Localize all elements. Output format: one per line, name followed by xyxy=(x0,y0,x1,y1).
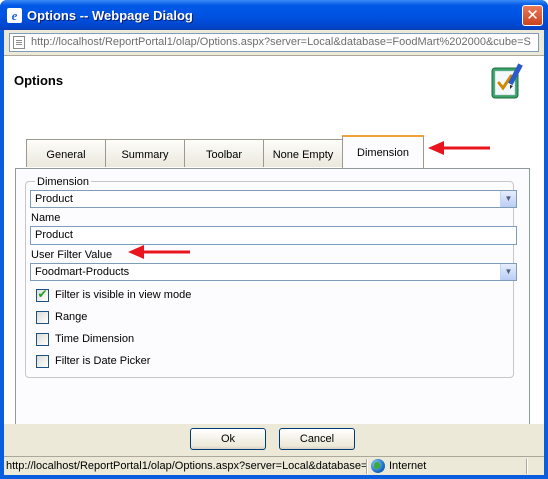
tab-none-empty[interactable]: None Empty xyxy=(263,139,343,167)
checkbox-label: Filter is Date Picker xyxy=(55,355,151,367)
annotation-arrow-tab xyxy=(428,141,490,155)
tab-dimension[interactable]: Dimension xyxy=(342,135,424,168)
ie-icon: e xyxy=(7,8,22,23)
checkbox-label: Time Dimension xyxy=(55,333,135,345)
tab-panel: Dimension Product ▼ Name Product User Fi… xyxy=(15,168,530,451)
chevron-down-icon[interactable]: ▼ xyxy=(500,264,516,280)
name-field[interactable]: Product xyxy=(30,226,517,245)
tab-general[interactable]: General xyxy=(26,139,106,167)
checkbox-label: Range xyxy=(55,311,88,323)
status-divider xyxy=(526,459,528,474)
page-icon xyxy=(13,36,25,49)
status-url: http://localhost/ReportPortal1/olap/Opti… xyxy=(6,460,366,472)
checkbox[interactable] xyxy=(36,355,49,368)
ok-button[interactable]: Ok xyxy=(190,428,266,450)
globe-icon xyxy=(371,459,385,473)
title-bar[interactable]: e Options -- Webpage Dialog ✕ xyxy=(0,0,548,30)
name-label: Name xyxy=(31,212,61,224)
checkbox[interactable] xyxy=(36,333,49,346)
cancel-button[interactable]: Cancel xyxy=(279,428,355,450)
annotation-arrow-filter xyxy=(128,245,190,259)
checkbox[interactable] xyxy=(36,311,49,324)
status-divider xyxy=(366,459,368,474)
chevron-down-icon[interactable]: ▼ xyxy=(500,191,516,207)
checklist-pencil-icon xyxy=(491,63,523,99)
filter-select[interactable]: Foodmart-Products ▼ xyxy=(30,263,517,281)
close-button[interactable]: ✕ xyxy=(522,5,543,26)
page-title: Options xyxy=(14,73,64,88)
status-bar: http://localhost/ReportPortal1/olap/Opti… xyxy=(4,456,544,475)
security-zone: Internet xyxy=(389,460,427,472)
tab-summary[interactable]: Summary xyxy=(105,139,185,167)
filter-label: User Filter Value xyxy=(31,249,113,261)
dialog-content: Options General Summary Toolbar None Emp… xyxy=(4,57,544,451)
address-bar: http://localhost/ReportPortal1/olap/Opti… xyxy=(4,30,544,56)
check-icon: ✔ xyxy=(37,287,48,301)
window-title: Options -- Webpage Dialog xyxy=(27,8,193,23)
filter-select-value: Foodmart-Products xyxy=(35,266,130,278)
button-bar: Ok Cancel xyxy=(4,424,544,456)
dimension-group: Dimension Product ▼ Name Product User Fi… xyxy=(25,176,517,378)
dialog-window: e Options -- Webpage Dialog ✕ http://loc… xyxy=(0,0,548,479)
tab-toolbar[interactable]: Toolbar xyxy=(184,139,264,167)
dialog-client: http://localhost/ReportPortal1/olap/Opti… xyxy=(4,30,544,475)
url-field: http://localhost/ReportPortal1/olap/Opti… xyxy=(9,33,539,52)
dimension-select-value: Product xyxy=(35,193,73,205)
dimension-select[interactable]: Product ▼ xyxy=(30,190,517,208)
group-legend: Dimension xyxy=(35,176,91,188)
checkbox[interactable]: ✔ xyxy=(36,287,49,302)
checkbox-label: Filter is visible in view mode xyxy=(55,289,192,301)
url-text: http://localhost/ReportPortal1/olap/Opti… xyxy=(31,36,531,48)
